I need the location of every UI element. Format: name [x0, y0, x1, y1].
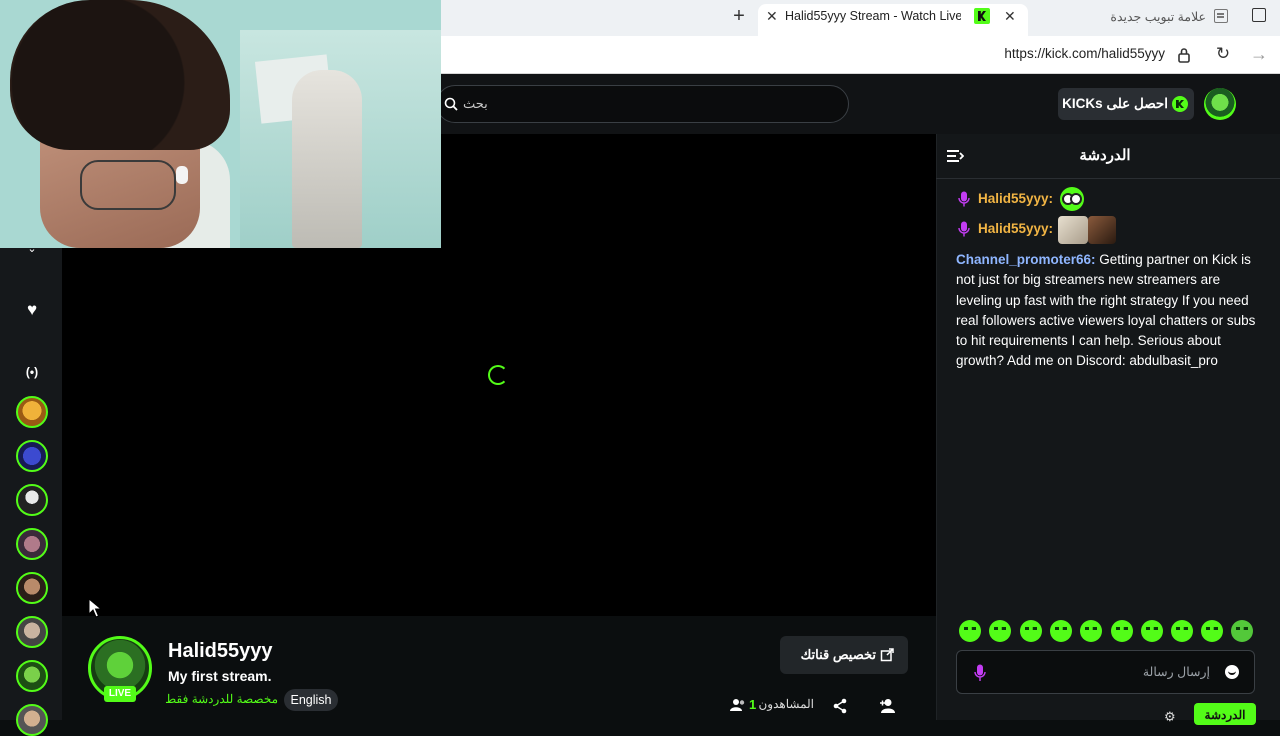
collapse-chat-icon[interactable]	[946, 148, 964, 164]
tab-title: Halid55yyy Stream - Watch Live o	[785, 9, 961, 23]
emote-icon[interactable]	[1080, 620, 1102, 642]
emote-icon[interactable]	[1050, 620, 1072, 642]
emote-icon	[1060, 187, 1084, 211]
mic-icon	[958, 191, 970, 207]
category-label[interactable]: مخصصة للدردشة فقط	[165, 692, 278, 708]
webcam-glasses	[80, 160, 176, 210]
live-icon[interactable]: (•)	[20, 362, 44, 382]
emote-bar	[956, 620, 1256, 644]
tab-new-title[interactable]: علامة تبويب جديدة	[1110, 9, 1206, 25]
chat-username[interactable]: Halid55yyy:	[978, 191, 1058, 209]
follow-icon[interactable]	[879, 698, 897, 714]
live-badge: LIVE	[104, 686, 136, 702]
emote-icon[interactable]	[1171, 620, 1193, 642]
viewers-label: المشاهدون	[758, 697, 814, 711]
divider	[936, 178, 1280, 179]
chat-username[interactable]: Channel_promoter66:	[956, 252, 1096, 267]
url-field[interactable]: https://kick.com/halid55yyy	[980, 46, 1165, 64]
reload-icon[interactable]: ↻	[1214, 45, 1232, 63]
heart-icon[interactable]: ♥	[22, 300, 42, 320]
sidebar-channel-avatar[interactable]	[16, 440, 48, 472]
channel-name[interactable]: Halid55yyy	[168, 640, 368, 664]
search-icon[interactable]	[444, 97, 458, 111]
chat-username[interactable]: Halid55yyy:	[978, 221, 1058, 239]
search-placeholder: بحث	[463, 96, 488, 111]
new-tab-button[interactable]: +	[728, 6, 750, 28]
gear-icon[interactable]: ⚙	[1164, 710, 1178, 724]
send-chat-button[interactable]: الدردشة	[1194, 703, 1256, 725]
user-avatar[interactable]	[1204, 88, 1236, 120]
forward-arrow-icon[interactable]: →	[1250, 45, 1268, 63]
loading-spinner-icon	[488, 365, 508, 385]
sidebar-channel-avatar[interactable]	[16, 484, 48, 516]
cat-emote-icon	[1058, 216, 1088, 244]
video-player[interactable]	[441, 134, 936, 248]
get-kicks-label: احصل على KICKs	[1062, 96, 1168, 111]
close-icon[interactable]: ✕	[1004, 8, 1018, 24]
emote-icon[interactable]	[1111, 620, 1133, 642]
webcam-earbud	[176, 166, 188, 184]
emote-icon[interactable]	[989, 620, 1011, 642]
sidebar-channel-avatar[interactable]	[16, 396, 48, 428]
chat-message: Channel_promoter66: Getting partner on K…	[956, 250, 1260, 392]
kick-favicon-icon	[974, 8, 990, 24]
video-player[interactable]	[62, 248, 936, 616]
lock-icon[interactable]	[1177, 47, 1191, 63]
language-tag[interactable]: English	[284, 689, 338, 711]
emoji-picker-icon[interactable]	[1225, 665, 1239, 679]
sidebar-channel-avatar[interactable]	[16, 616, 48, 648]
external-link-icon	[880, 648, 894, 662]
chat-title: الدردشة	[1079, 147, 1131, 164]
face-emote-icon	[1088, 216, 1116, 244]
close-icon[interactable]: ✕	[766, 8, 780, 24]
emote-icon[interactable]	[1141, 620, 1163, 642]
webcam-overlay	[0, 0, 441, 248]
mic-icon	[974, 664, 986, 681]
sidebar-channel-avatar[interactable]	[16, 572, 48, 604]
sidebar-channel-avatar[interactable]	[16, 660, 48, 692]
share-icon[interactable]	[832, 698, 848, 714]
chat-input-placeholder: إرسال رسالة	[1142, 665, 1210, 679]
sidebar-channel-avatar[interactable]	[16, 704, 48, 736]
emote-icon[interactable]	[959, 620, 981, 642]
emote-icon[interactable]	[1020, 620, 1042, 642]
webcam-hair	[10, 0, 230, 150]
kick-coin-icon	[1172, 96, 1188, 112]
customize-channel-label: تخصيص قناتك	[800, 647, 876, 662]
emote-icon[interactable]	[1201, 620, 1223, 642]
viewers-icon	[730, 699, 745, 711]
sidebar-channel-avatar[interactable]	[16, 528, 48, 560]
window-restore-icon[interactable]	[1252, 8, 1266, 22]
webcam-coat	[292, 70, 362, 248]
mouse-cursor-icon	[88, 598, 102, 618]
emote-icon[interactable]	[1231, 620, 1253, 642]
stream-title: My first stream.	[168, 668, 272, 684]
chat-message-text: Getting partner on Kick is not just for …	[956, 252, 1256, 369]
mic-icon	[958, 221, 970, 237]
new-tab-page-icon	[1214, 9, 1228, 23]
